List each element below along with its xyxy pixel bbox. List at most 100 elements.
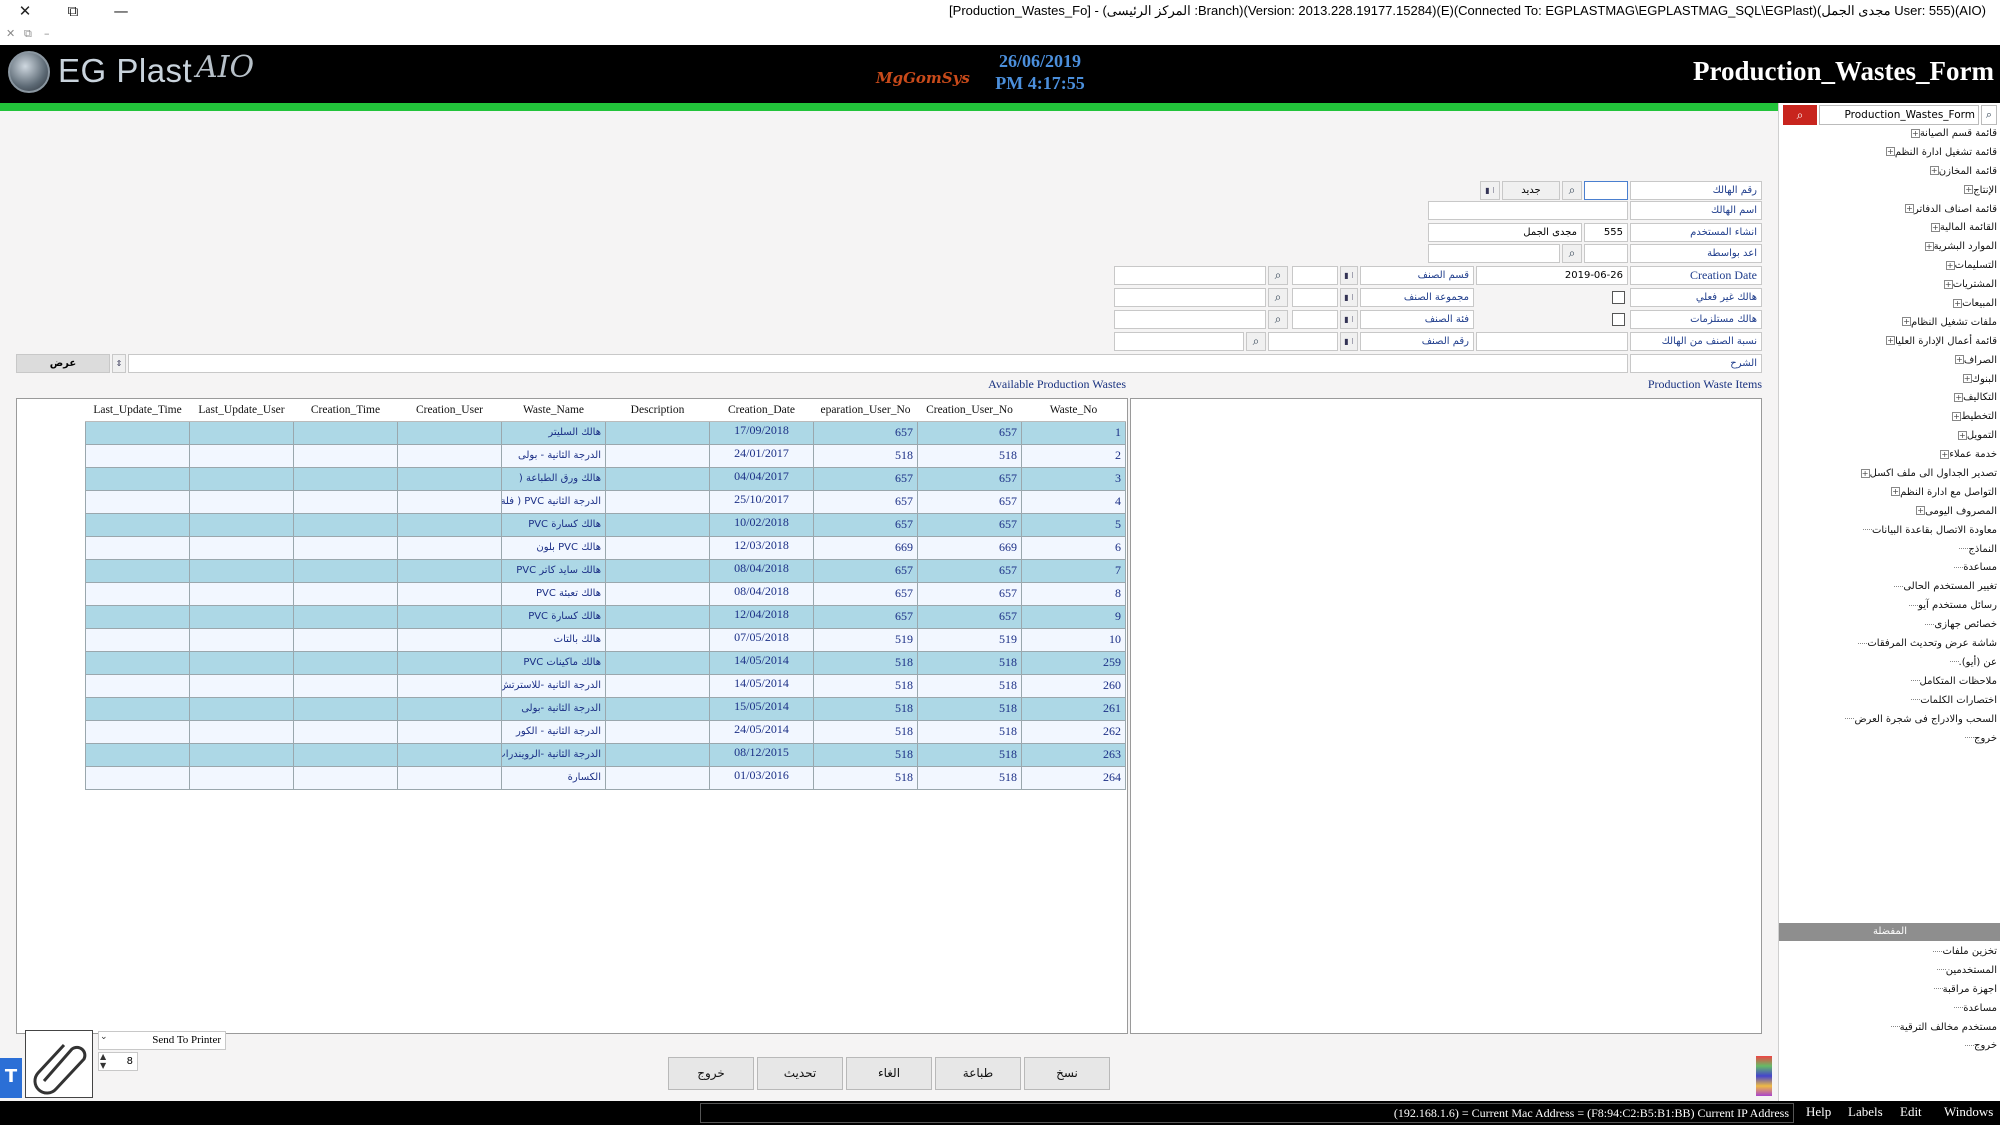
creation-time-cell[interactable] [293, 512, 398, 537]
menu-item[interactable]: عن (أيو). [1779, 654, 2000, 673]
last-update-user-cell[interactable] [189, 535, 294, 560]
waste-name-cell[interactable]: الدرجة الثانية -للاسترتش [501, 673, 606, 698]
description-cell[interactable] [605, 765, 710, 790]
waste-no-cell[interactable]: 10 [1021, 627, 1126, 652]
prepared-by-search-icon[interactable]: ⌕ [1562, 244, 1582, 263]
creation-time-cell[interactable] [293, 443, 398, 468]
column-header[interactable]: Description [605, 399, 710, 422]
waste-name-cell[interactable]: هالك كسارة PVC [501, 512, 606, 537]
prepared-by-id[interactable] [1584, 244, 1628, 263]
waste-no-cell[interactable]: 264 [1021, 765, 1126, 790]
waste-name-cell[interactable]: هالك بالتات [501, 627, 606, 652]
preparation-user-no-cell[interactable]: 518 [813, 443, 918, 468]
creation-date-cell[interactable]: 25/10/2017 [709, 489, 814, 514]
menu-item[interactable]: المشتريات+ [1779, 276, 2000, 295]
creation-time-cell[interactable] [293, 466, 398, 491]
creation-user-no-cell[interactable]: 518 [917, 673, 1022, 698]
column-header[interactable]: eparation_User_No [813, 399, 918, 422]
menu-item[interactable]: القائمة المالية+ [1779, 219, 2000, 238]
creation-user-no-cell[interactable]: 657 [917, 512, 1022, 537]
last-update-time-cell[interactable] [85, 650, 190, 675]
expand-icon[interactable]: + [1943, 279, 1953, 289]
creation-time-cell[interactable] [293, 765, 398, 790]
menu-item[interactable]: خصائص جهازى [1779, 616, 2000, 635]
menu-item[interactable]: تغيير المستخدم الحالى [1779, 578, 2000, 597]
creation-user-no-cell[interactable]: 657 [917, 466, 1022, 491]
available-wastes-table[interactable]: Last_Update_Time Last_Update_User Creati… [85, 399, 1126, 790]
last-update-user-cell[interactable] [189, 673, 294, 698]
expand-icon[interactable]: + [1902, 317, 1912, 327]
menu-item[interactable]: خدمة عملاء+ [1779, 446, 2000, 465]
last-update-user-cell[interactable] [189, 420, 294, 445]
favorite-item[interactable]: مساعدة [1779, 1000, 2000, 1019]
menu-item[interactable]: قائمة تشغيل ادارة النظم+ [1779, 144, 2000, 163]
waste-name-cell[interactable]: هالك كسارة PVC [501, 604, 606, 629]
menu-item[interactable]: مساعدة [1779, 559, 2000, 578]
table-row[interactable]: هالك سايد كاتر PVC 08/04/2018 657 657 7 [85, 558, 1126, 583]
item-group-search-icon[interactable]: ⌕ [1268, 288, 1288, 307]
creation-date-cell[interactable]: 24/05/2014 [709, 719, 814, 744]
menu-item[interactable]: التخطيط+ [1779, 408, 2000, 427]
menu-item[interactable]: البنوك+ [1779, 371, 2000, 390]
last-update-user-cell[interactable] [189, 650, 294, 675]
description-cell[interactable] [605, 719, 710, 744]
description-cell[interactable] [605, 604, 710, 629]
restore-icon[interactable]: ⧉ [50, 0, 96, 22]
last-update-user-cell[interactable] [189, 581, 294, 606]
column-header[interactable]: Last_Update_Time [85, 399, 190, 422]
preparation-user-no-cell[interactable]: 657 [813, 489, 918, 514]
creation-time-cell[interactable] [293, 650, 398, 675]
menu-item[interactable]: السحب والادراج فى شجرة العرض [1779, 711, 2000, 730]
waste-name-cell[interactable]: هالك السليتر [501, 420, 606, 445]
creation-user-cell[interactable] [397, 765, 502, 790]
refresh-button[interactable]: تحديث [757, 1057, 843, 1090]
menu-item[interactable]: شاشة عرض وتحديث المرفقات [1779, 635, 2000, 654]
exit-button[interactable]: خروج [668, 1057, 754, 1090]
preparation-user-no-cell[interactable]: 669 [813, 535, 918, 560]
expand-icon[interactable]: + [1891, 487, 1901, 497]
table-row[interactable]: الدرجة الثانية - الكور 24/05/2014 518 518 26… [85, 719, 1126, 744]
last-update-user-cell[interactable] [189, 604, 294, 629]
creation-time-cell[interactable] [293, 742, 398, 767]
item-no-stepper[interactable]: ▮ ⁝ [1340, 332, 1358, 351]
expand-icon[interactable]: + [1930, 222, 1940, 232]
creation-time-cell[interactable] [293, 535, 398, 560]
creation-user-cell[interactable] [397, 742, 502, 767]
creation-date-cell[interactable]: 14/05/2014 [709, 650, 814, 675]
waste-no-cell[interactable]: 6 [1021, 535, 1126, 560]
menu-item[interactable]: قائمة اصناف الدفاتر+ [1779, 201, 2000, 220]
preparation-user-no-cell[interactable]: 657 [813, 558, 918, 583]
menu-item[interactable]: ملفات تشغيل النظام+ [1779, 314, 2000, 333]
item-class-code[interactable] [1292, 310, 1338, 329]
creation-user-cell[interactable] [397, 627, 502, 652]
table-row[interactable]: هالك بالتات 07/05/2018 519 519 10 [85, 627, 1126, 652]
description-cell[interactable] [605, 627, 710, 652]
menu-item[interactable]: اختصارات الكلمات [1779, 692, 2000, 711]
mdi-minimize-icon[interactable]: – [44, 27, 50, 40]
last-update-time-cell[interactable] [85, 466, 190, 491]
menu-item[interactable]: رسائل مستخدم آيو [1779, 597, 2000, 616]
expand-icon[interactable]: + [1885, 147, 1895, 157]
description-cell[interactable] [605, 466, 710, 491]
cancel-button[interactable]: الغاء [846, 1057, 932, 1090]
creation-time-cell[interactable] [293, 489, 398, 514]
table-row[interactable]: الدرجة الثانية -الرويندرات 08/12/2015 518 5… [85, 742, 1126, 767]
non-actual-checkbox[interactable] [1612, 291, 1625, 304]
creation-date-input[interactable]: 2019-06-26 [1476, 266, 1628, 285]
item-no-code[interactable] [1268, 332, 1338, 351]
table-row[interactable]: هالك ماكينات PVC 14/05/2014 518 518 259 [85, 650, 1126, 675]
description-cell[interactable] [605, 535, 710, 560]
print-button[interactable]: طباعة [935, 1057, 1021, 1090]
column-header[interactable]: Last_Update_User [189, 399, 294, 422]
last-update-user-cell[interactable] [189, 742, 294, 767]
creation-user-cell[interactable] [397, 512, 502, 537]
supplies-checkbox[interactable] [1612, 313, 1625, 326]
item-section-search-icon[interactable]: ⌕ [1268, 266, 1288, 285]
creation-user-no-cell[interactable]: 657 [917, 489, 1022, 514]
side-tab-icon[interactable]: T [0, 1058, 22, 1098]
last-update-user-cell[interactable] [189, 512, 294, 537]
favorite-item[interactable]: تخزين ملفات [1779, 943, 2000, 962]
waste-name-cell[interactable]: الدرجة الثانية -الرويندرات [501, 742, 606, 767]
windows-menu[interactable]: Windows [1944, 1104, 1993, 1120]
last-update-time-cell[interactable] [85, 420, 190, 445]
